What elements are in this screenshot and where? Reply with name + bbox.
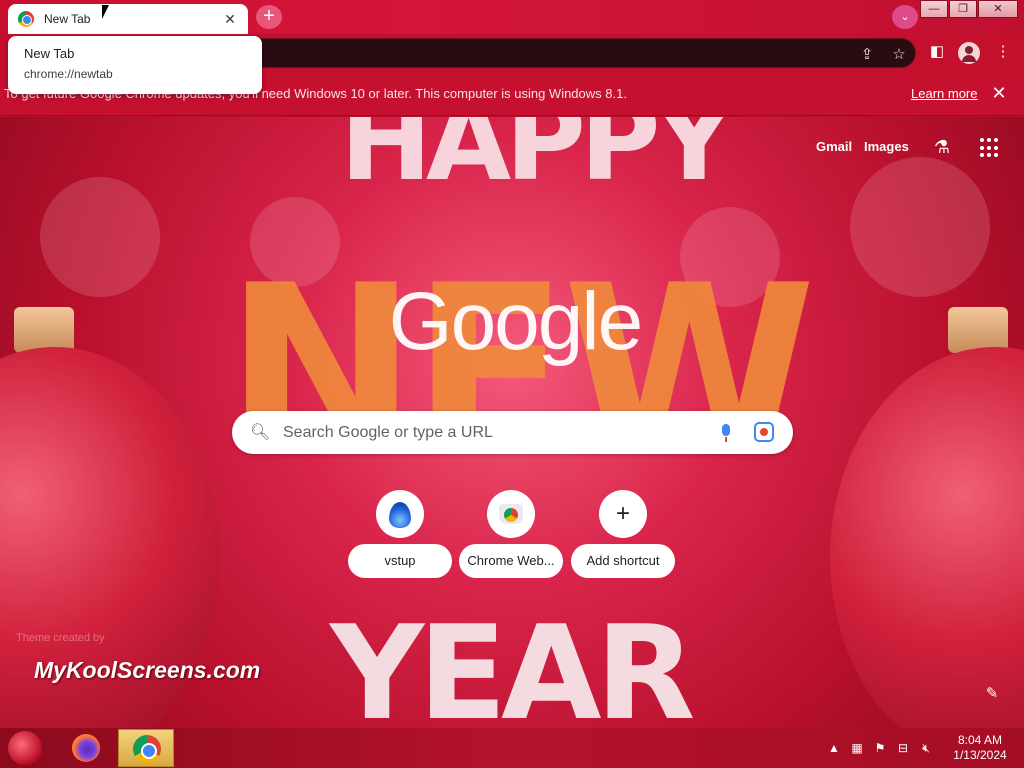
clock-time: 8:04 AM [957, 733, 1003, 747]
side-panel-icon[interactable]: ◧ [926, 41, 948, 63]
shortcut-label: Add shortcut [571, 544, 675, 578]
shortcut-label: vstup [348, 544, 452, 578]
gmail-link[interactable]: Gmail [816, 139, 852, 154]
shortcut-vstup[interactable]: vstup [348, 490, 464, 580]
tab-title: New Tab [44, 12, 91, 26]
infobar-close-icon[interactable]: ✕ [990, 83, 1008, 104]
chrome-icon [133, 735, 161, 763]
system-clock[interactable]: 8:04 AM 1/13/2024 [948, 733, 1012, 763]
windows-taskbar: ▲ ▦ ⚑ ⊟ 🔇︎ 8:04 AM 1/13/2024 [0, 728, 1024, 768]
google-logo: Google [388, 276, 643, 367]
learn-more-link[interactable]: Learn more [911, 86, 977, 101]
labs-flask-icon[interactable]: ⚗ [930, 135, 954, 159]
tooltip-url: chrome://newtab [24, 67, 113, 81]
shortcut-label: Chrome Web... [459, 544, 563, 578]
network-share-icon[interactable]: ▦ [849, 740, 865, 756]
action-center-flag-icon[interactable]: ⚑ [872, 740, 888, 756]
search-icon: 🔍︎ [250, 424, 271, 441]
theme-credit-text[interactable]: Theme created by [16, 632, 105, 644]
tab-close-icon[interactable]: ✕ [222, 11, 238, 28]
network-icon[interactable]: ⊟ [895, 740, 911, 756]
mouse-cursor-icon [102, 5, 116, 19]
bookmark-star-icon[interactable]: ☆ [889, 45, 909, 65]
profile-avatar-icon[interactable] [958, 42, 980, 64]
bokeh-light [850, 157, 990, 297]
flame-icon [389, 502, 411, 528]
customize-pencil-icon[interactable]: ✎ [983, 684, 1001, 702]
address-bar[interactable]: ⇪ ☆ [220, 38, 916, 68]
close-window-button[interactable]: ✕ [978, 0, 1018, 18]
google-lens-icon[interactable] [754, 422, 774, 442]
start-button[interactable] [8, 731, 42, 765]
shortcut-add[interactable]: + Add shortcut [571, 490, 687, 580]
system-tray: ▲ ▦ ⚑ ⊟ 🔇︎ [826, 728, 941, 768]
search-box[interactable]: 🔍︎ Search Google or type a URL [232, 411, 793, 454]
bokeh-light [40, 177, 160, 297]
images-link[interactable]: Images [864, 139, 909, 154]
taskbar-firefox[interactable] [58, 729, 114, 767]
shortcut-icon-circle [487, 490, 535, 538]
new-tab-page: HAPPY NEW YEAR Gmail Images ⚗ Google 🔍︎ … [0, 117, 1024, 728]
chrome-web-store-icon [499, 504, 523, 524]
tab-hover-tooltip: New Tab chrome://newtab [8, 36, 262, 94]
minimize-button[interactable]: — [920, 0, 948, 18]
watermark-text: MyKoolScreens.com [34, 657, 261, 683]
share-icon[interactable]: ⇪ [857, 45, 877, 65]
volume-muted-icon[interactable]: 🔇︎ [918, 740, 934, 756]
tab-new-tab[interactable]: New Tab ✕ [8, 4, 248, 34]
firefox-icon [72, 734, 100, 762]
shortcut-icon-circle [376, 490, 424, 538]
show-hidden-icons-icon[interactable]: ▲ [826, 740, 842, 756]
decor-year-text: YEAR [330, 597, 696, 728]
tooltip-title: New Tab [24, 46, 75, 61]
chrome-menu-icon[interactable]: ⋮ [992, 41, 1014, 63]
taskbar-chrome[interactable] [118, 729, 174, 767]
maximize-button[interactable]: ❐ [949, 0, 977, 18]
decor-happy-text: HAPPY [340, 117, 734, 205]
search-placeholder[interactable]: Search Google or type a URL [283, 424, 493, 442]
plus-icon: + [599, 490, 647, 538]
title-bar: New Tab ✕ + ⌄ — ❐ ✕ [0, 0, 1024, 34]
shortcut-chrome-web-store[interactable]: Chrome Web... [459, 490, 575, 580]
clock-date: 1/13/2024 [953, 748, 1007, 762]
ornament-cap-left [14, 307, 74, 353]
voice-search-mic-icon[interactable] [718, 422, 734, 444]
chrome-favicon-icon [18, 11, 34, 27]
google-apps-icon[interactable] [980, 138, 1000, 158]
tab-search-chevron-icon[interactable]: ⌄ [892, 5, 918, 29]
window-controls: — ❐ ✕ [919, 0, 1018, 18]
new-tab-button[interactable]: + [256, 5, 282, 29]
ornament-right [830, 347, 1024, 728]
